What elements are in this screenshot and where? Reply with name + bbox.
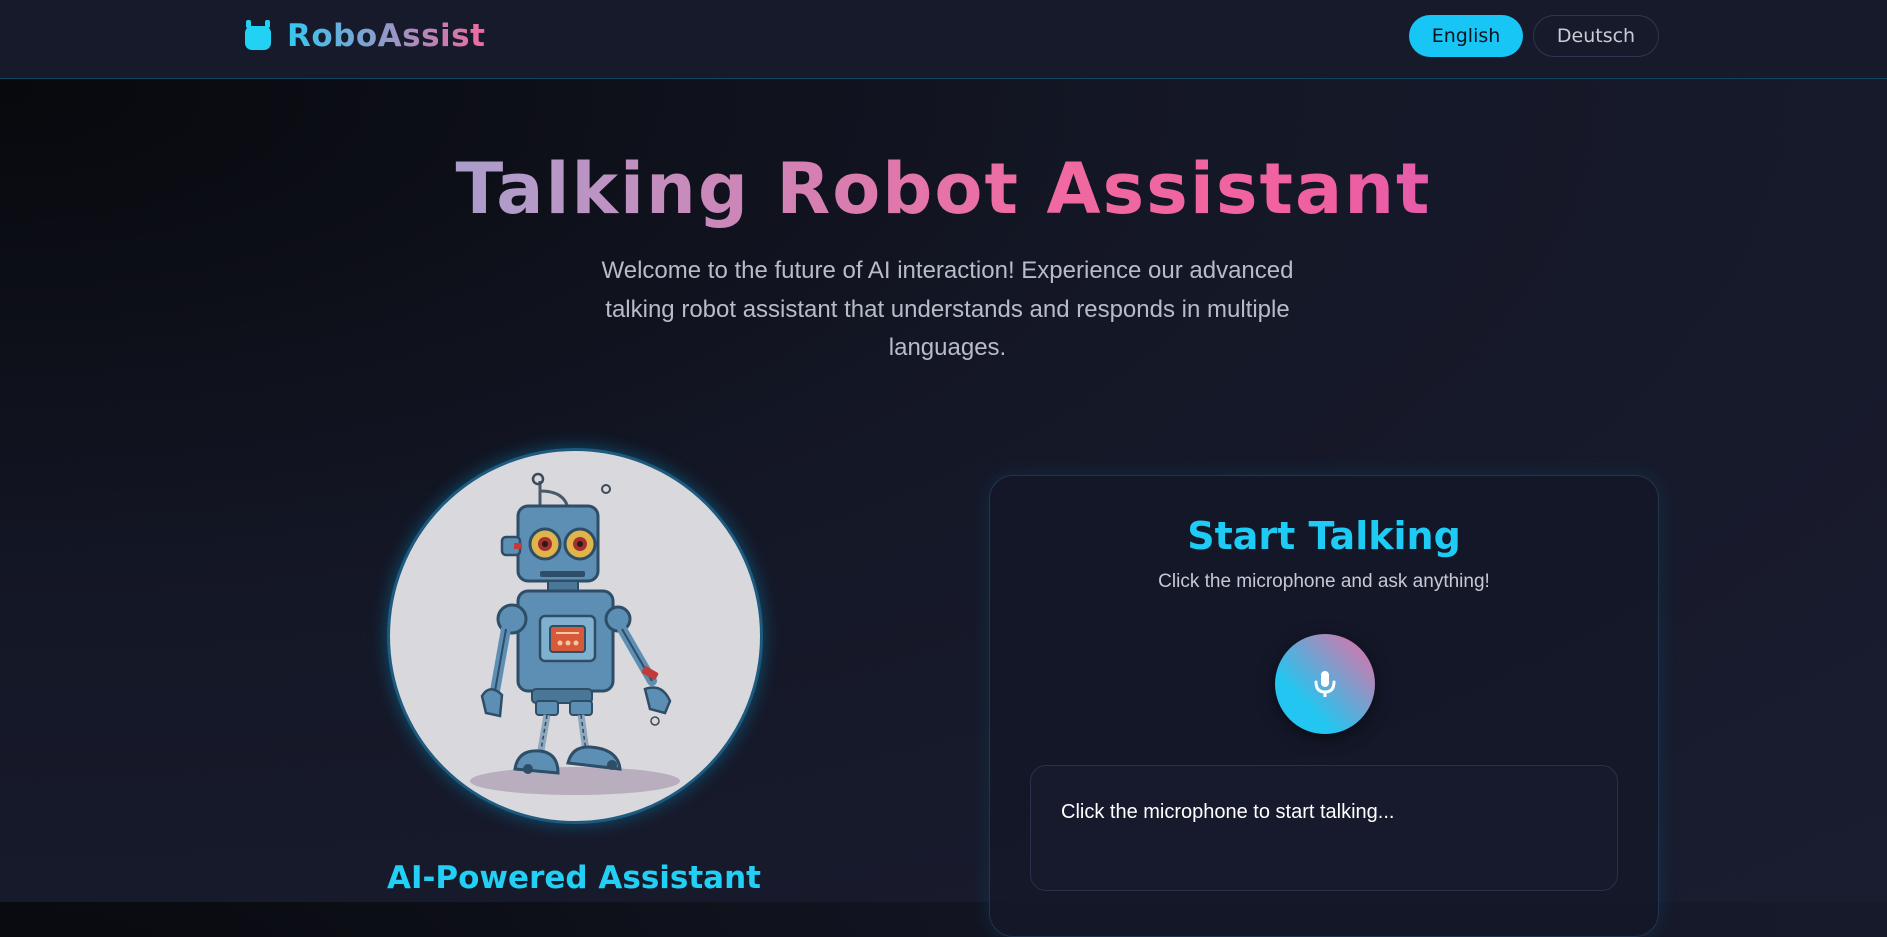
brand-name: RoboAssist — [287, 18, 486, 54]
language-german-button[interactable]: Deutsch — [1533, 15, 1659, 57]
transcript-text: Click the microphone to start talking... — [1061, 801, 1395, 823]
microphone-button[interactable] — [1275, 634, 1375, 734]
talk-panel: Start Talking Click the microphone and a… — [989, 475, 1659, 937]
language-english-button[interactable]: English — [1409, 15, 1523, 57]
panel-title: Start Talking — [1187, 514, 1461, 558]
showcase-title: AI-Powered Assistant — [387, 860, 761, 896]
panel-subtitle: Click the microphone and ask anything! — [1158, 571, 1490, 592]
transcript-box: Click the microphone to start talking... — [1030, 765, 1618, 891]
brand-logo[interactable]: RoboAssist — [243, 18, 485, 54]
hero-subtitle: Welcome to the future of AI interaction!… — [601, 257, 1294, 361]
robot-illustration — [387, 448, 763, 824]
navbar: RoboAssist English Deutsch — [0, 0, 1887, 79]
robot-icon — [243, 20, 273, 52]
hero-title: Talking Robot Assistant — [0, 148, 1887, 230]
microphone-icon — [1314, 671, 1336, 697]
